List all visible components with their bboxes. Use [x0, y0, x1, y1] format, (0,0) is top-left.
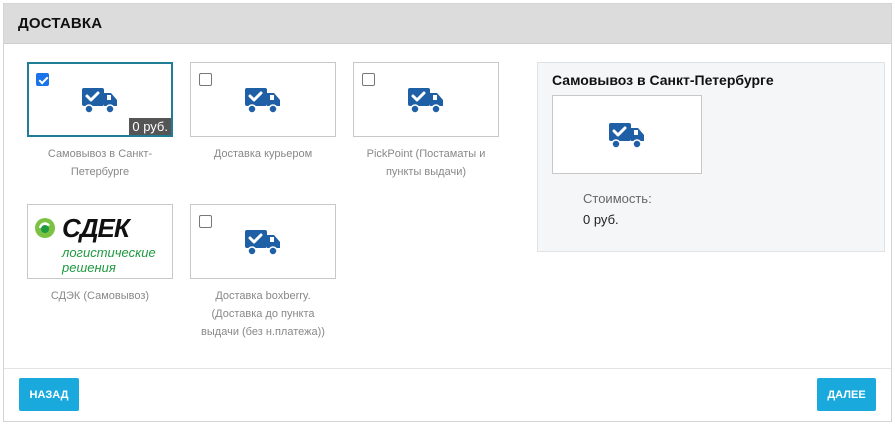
summary-title: Самовывоз в Санкт-Петербурге — [552, 72, 774, 88]
delivery-panel: ДОСТАВКА 0 руб. Самовывоз в Санкт-Петерб… — [3, 3, 892, 422]
cdek-logo-subtitle: логистические решения — [62, 245, 156, 275]
option-checkbox[interactable] — [199, 73, 212, 86]
next-button[interactable]: ДАЛЕЕ — [817, 378, 876, 411]
option-checkbox[interactable] — [199, 215, 212, 228]
cdek-logo: СДЕК логистические решения — [32, 211, 170, 275]
cost-label: Стоимость: — [583, 191, 652, 206]
option-card[interactable]: 0 руб. — [27, 62, 173, 137]
option-checkbox[interactable] — [362, 73, 375, 86]
truck-check-icon — [245, 87, 280, 114]
page-title: ДОСТАВКА — [18, 15, 103, 32]
delivery-option-boxberry[interactable]: Доставка boxberry. (Доставка до пункта в… — [190, 204, 336, 341]
option-card[interactable] — [190, 204, 336, 279]
price-badge: 0 руб. — [129, 118, 171, 135]
delivery-option-pickup-spb[interactable]: 0 руб. Самовывоз в Санкт-Петербурге — [27, 62, 173, 181]
option-label: PickPoint (Постаматы и пункты выдачи) — [366, 148, 486, 178]
option-checkbox[interactable] — [36, 73, 49, 86]
selected-delivery-summary: Самовывоз в Санкт-Петербурге Стоимость: … — [537, 62, 885, 252]
option-card[interactable] — [353, 62, 499, 137]
delivery-option-courier[interactable]: Доставка курьером — [190, 62, 336, 163]
option-label: СДЭК (Самовывоз) — [50, 290, 150, 302]
delivery-option-pickpoint[interactable]: PickPoint (Постаматы и пункты выдачи) — [353, 62, 499, 181]
summary-thumbnail — [552, 95, 702, 174]
truck-check-icon — [609, 122, 644, 149]
back-button[interactable]: НАЗАД — [19, 378, 79, 411]
delivery-option-cdek[interactable]: СДЕК логистические решения СДЭК (Самовыв… — [27, 204, 173, 305]
option-card[interactable] — [190, 62, 336, 137]
option-card[interactable]: СДЕК логистические решения — [27, 204, 173, 279]
cost-value: 0 руб. — [583, 212, 619, 227]
footer-divider — [4, 368, 891, 369]
cdek-leaf-icon — [35, 218, 55, 238]
cdek-logo-word: СДЕК — [62, 213, 130, 243]
truck-check-icon — [82, 87, 117, 114]
option-label: Доставка курьером — [213, 148, 313, 160]
panel-header: ДОСТАВКА — [4, 4, 891, 44]
option-label: Доставка boxberry. (Доставка до пункта в… — [201, 290, 325, 338]
truck-check-icon — [408, 87, 443, 114]
option-label: Самовывоз в Санкт-Петербурге — [47, 148, 153, 178]
truck-check-icon — [245, 229, 280, 256]
